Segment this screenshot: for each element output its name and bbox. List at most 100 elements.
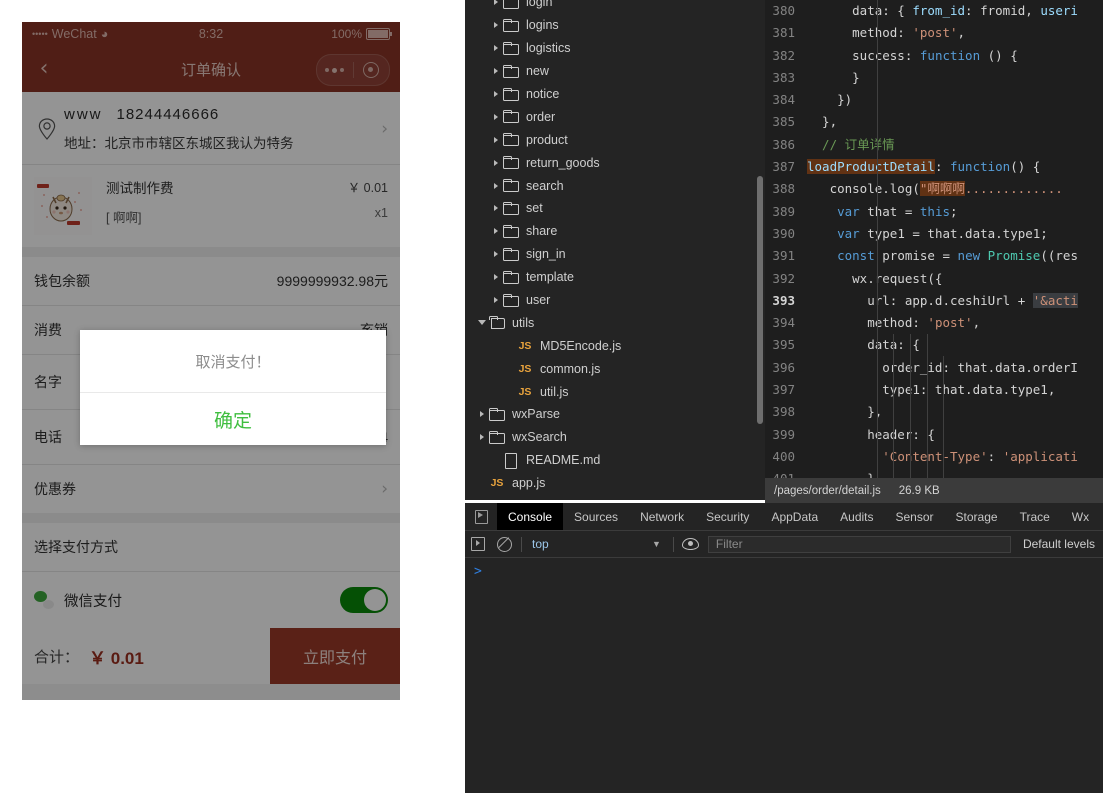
- file-explorer-tree[interactable]: login logins logistics new notice order produc…: [465, 0, 765, 500]
- code-token: // 订单详情: [807, 136, 895, 152]
- tree-item-order[interactable]: order: [465, 105, 765, 128]
- code-line[interactable]: 398 },: [765, 401, 1103, 423]
- tree-item-user[interactable]: user: [465, 289, 765, 312]
- pay-method-label: 微信支付: [64, 593, 122, 610]
- chevron-right-icon[interactable]: [475, 434, 489, 441]
- chevron-right-icon[interactable]: [489, 91, 503, 97]
- code-line[interactable]: 386 // 订单详情: [765, 134, 1103, 156]
- code-token: :: [987, 448, 1003, 464]
- tree-item-app-js[interactable]: JS app.js: [465, 472, 765, 495]
- tab-console[interactable]: Console: [497, 503, 564, 530]
- tab-network[interactable]: Network: [629, 503, 695, 530]
- chevron-right-icon[interactable]: [489, 159, 503, 166]
- tab-wx[interactable]: Wx: [1061, 503, 1100, 530]
- tree-item-search[interactable]: search: [465, 174, 765, 197]
- chevron-right-icon[interactable]: [489, 228, 503, 235]
- code-line[interactable]: 381 method: 'post',: [765, 22, 1103, 44]
- tab-trace[interactable]: Trace: [1009, 503, 1061, 530]
- row-coupon[interactable]: 优惠券 ›: [22, 465, 400, 513]
- chevron-down-icon[interactable]: [475, 320, 489, 326]
- tree-item-wxSearch[interactable]: wxSearch: [465, 426, 765, 449]
- chevron-right-icon[interactable]: [489, 136, 503, 143]
- tab-storage[interactable]: Storage: [945, 503, 1009, 530]
- pay-method-toggle[interactable]: [340, 587, 388, 613]
- chevron-right-icon[interactable]: [489, 113, 503, 120]
- tree-item-set[interactable]: set: [465, 197, 765, 220]
- code-line[interactable]: 389 var that = this;: [765, 201, 1103, 223]
- tree-item-template[interactable]: template: [465, 266, 765, 289]
- dialog-confirm-button[interactable]: 确定: [80, 393, 386, 445]
- tree-item-util-js[interactable]: JS util.js: [465, 380, 765, 403]
- console-output[interactable]: >: [465, 558, 1103, 793]
- chevron-right-icon[interactable]: [489, 22, 503, 29]
- pay-method-wechat[interactable]: 微信支付: [22, 572, 400, 628]
- code-line[interactable]: 397 type1: that.data.type1,: [765, 379, 1103, 401]
- chevron-right-icon[interactable]: [489, 297, 503, 304]
- tree-item-product[interactable]: product: [465, 128, 765, 151]
- code-line[interactable]: 395 data: {: [765, 334, 1103, 356]
- chevron-right-icon[interactable]: [489, 182, 503, 189]
- tree-item-sign_in[interactable]: sign_in: [465, 243, 765, 266]
- code-line[interactable]: 384 }): [765, 89, 1103, 111]
- chevron-down-icon[interactable]: ▼: [652, 539, 669, 549]
- code-line[interactable]: 383 }: [765, 67, 1103, 89]
- chevron-right-icon[interactable]: [475, 411, 489, 418]
- console-input-row[interactable]: >: [465, 564, 1103, 579]
- product-row[interactable]: 测试制作费 [ 啊啊] ￥ 0.01 x1: [22, 165, 400, 247]
- code-line[interactable]: 387 loadProductDetail: function() {: [765, 156, 1103, 178]
- tree-item-wxParse[interactable]: wxParse: [465, 403, 765, 426]
- tab-security[interactable]: Security: [695, 503, 760, 530]
- code-line[interactable]: 393 url: app.d.ceshiUrl + '&acti: [765, 290, 1103, 312]
- code-editor[interactable]: 380 data: { from_id: fromid, useri 381 me…: [765, 0, 1103, 503]
- code-line[interactable]: 391 const promise = new Promise((res: [765, 245, 1103, 267]
- row-wallet-balance[interactable]: 钱包余额 9999999932.98元: [22, 257, 400, 305]
- tree-item-share[interactable]: share: [465, 220, 765, 243]
- code-line[interactable]: 400 'Content-Type': 'applicati: [765, 446, 1103, 468]
- code-line[interactable]: 382 success: function () {: [765, 45, 1103, 67]
- tab-sources[interactable]: Sources: [563, 503, 629, 530]
- folder-icon: [503, 270, 519, 284]
- tree-item-notice[interactable]: notice: [465, 83, 765, 106]
- tree-item-utils[interactable]: utils: [465, 311, 765, 334]
- eye-icon[interactable]: [678, 538, 704, 550]
- context-selector[interactable]: top: [526, 537, 652, 551]
- execute-icon[interactable]: [465, 537, 491, 551]
- tab-appdata[interactable]: AppData: [760, 503, 829, 530]
- tree-item-logins[interactable]: logins: [465, 14, 765, 37]
- clear-console-icon[interactable]: [491, 536, 517, 552]
- chevron-right-icon[interactable]: [489, 0, 503, 6]
- tree-item-return_goods[interactable]: return_goods: [465, 151, 765, 174]
- code-line[interactable]: 394 method: 'post',: [765, 312, 1103, 334]
- capsule-button[interactable]: [316, 54, 390, 86]
- chevron-right-icon[interactable]: [489, 251, 503, 258]
- tree-item-logistics[interactable]: logistics: [465, 37, 765, 60]
- code-line[interactable]: 399 header: {: [765, 424, 1103, 446]
- chevron-right-icon[interactable]: [489, 274, 503, 281]
- inspect-cursor-icon[interactable]: [465, 503, 497, 530]
- log-levels-selector[interactable]: Default levels: [1015, 537, 1103, 551]
- tree-item-MD5Encode-js[interactable]: JS MD5Encode.js: [465, 334, 765, 357]
- chevron-right-icon[interactable]: [489, 45, 503, 52]
- chevron-right-icon[interactable]: [489, 205, 503, 212]
- pay-now-button[interactable]: 立即支付: [270, 628, 400, 684]
- code-line[interactable]: 380 data: { from_id: fromid, useri: [765, 0, 1103, 22]
- tree-item-new[interactable]: new: [465, 60, 765, 83]
- code-line[interactable]: 390 var type1 = that.data.type1;: [765, 223, 1103, 245]
- console-filter-input[interactable]: Filter: [707, 535, 1011, 553]
- address-card[interactable]: www 18244446666 地址：北京市市辖区东城区我认为特务 ›: [22, 92, 400, 164]
- tab-sensor[interactable]: Sensor: [885, 503, 945, 530]
- chevron-right-icon[interactable]: [489, 68, 503, 75]
- target-icon[interactable]: [354, 62, 390, 78]
- tab-audits[interactable]: Audits: [829, 503, 884, 530]
- tree-item-login[interactable]: login: [465, 0, 765, 14]
- code-line[interactable]: 392 wx.request({: [765, 268, 1103, 290]
- pay-method-title: 选择支付方式: [34, 539, 118, 555]
- code-line[interactable]: 385 },: [765, 111, 1103, 133]
- tree-item-common-js[interactable]: JS common.js: [465, 357, 765, 380]
- folder-icon: [503, 179, 519, 193]
- code-line[interactable]: 388 console.log("啊啊啊.............: [765, 178, 1103, 200]
- code-line[interactable]: 396 order_id: that.data.orderI: [765, 357, 1103, 379]
- tree-item-README-md[interactable]: README.md: [465, 449, 765, 472]
- more-icon[interactable]: [317, 67, 353, 73]
- tree-scrollbar[interactable]: [757, 176, 763, 424]
